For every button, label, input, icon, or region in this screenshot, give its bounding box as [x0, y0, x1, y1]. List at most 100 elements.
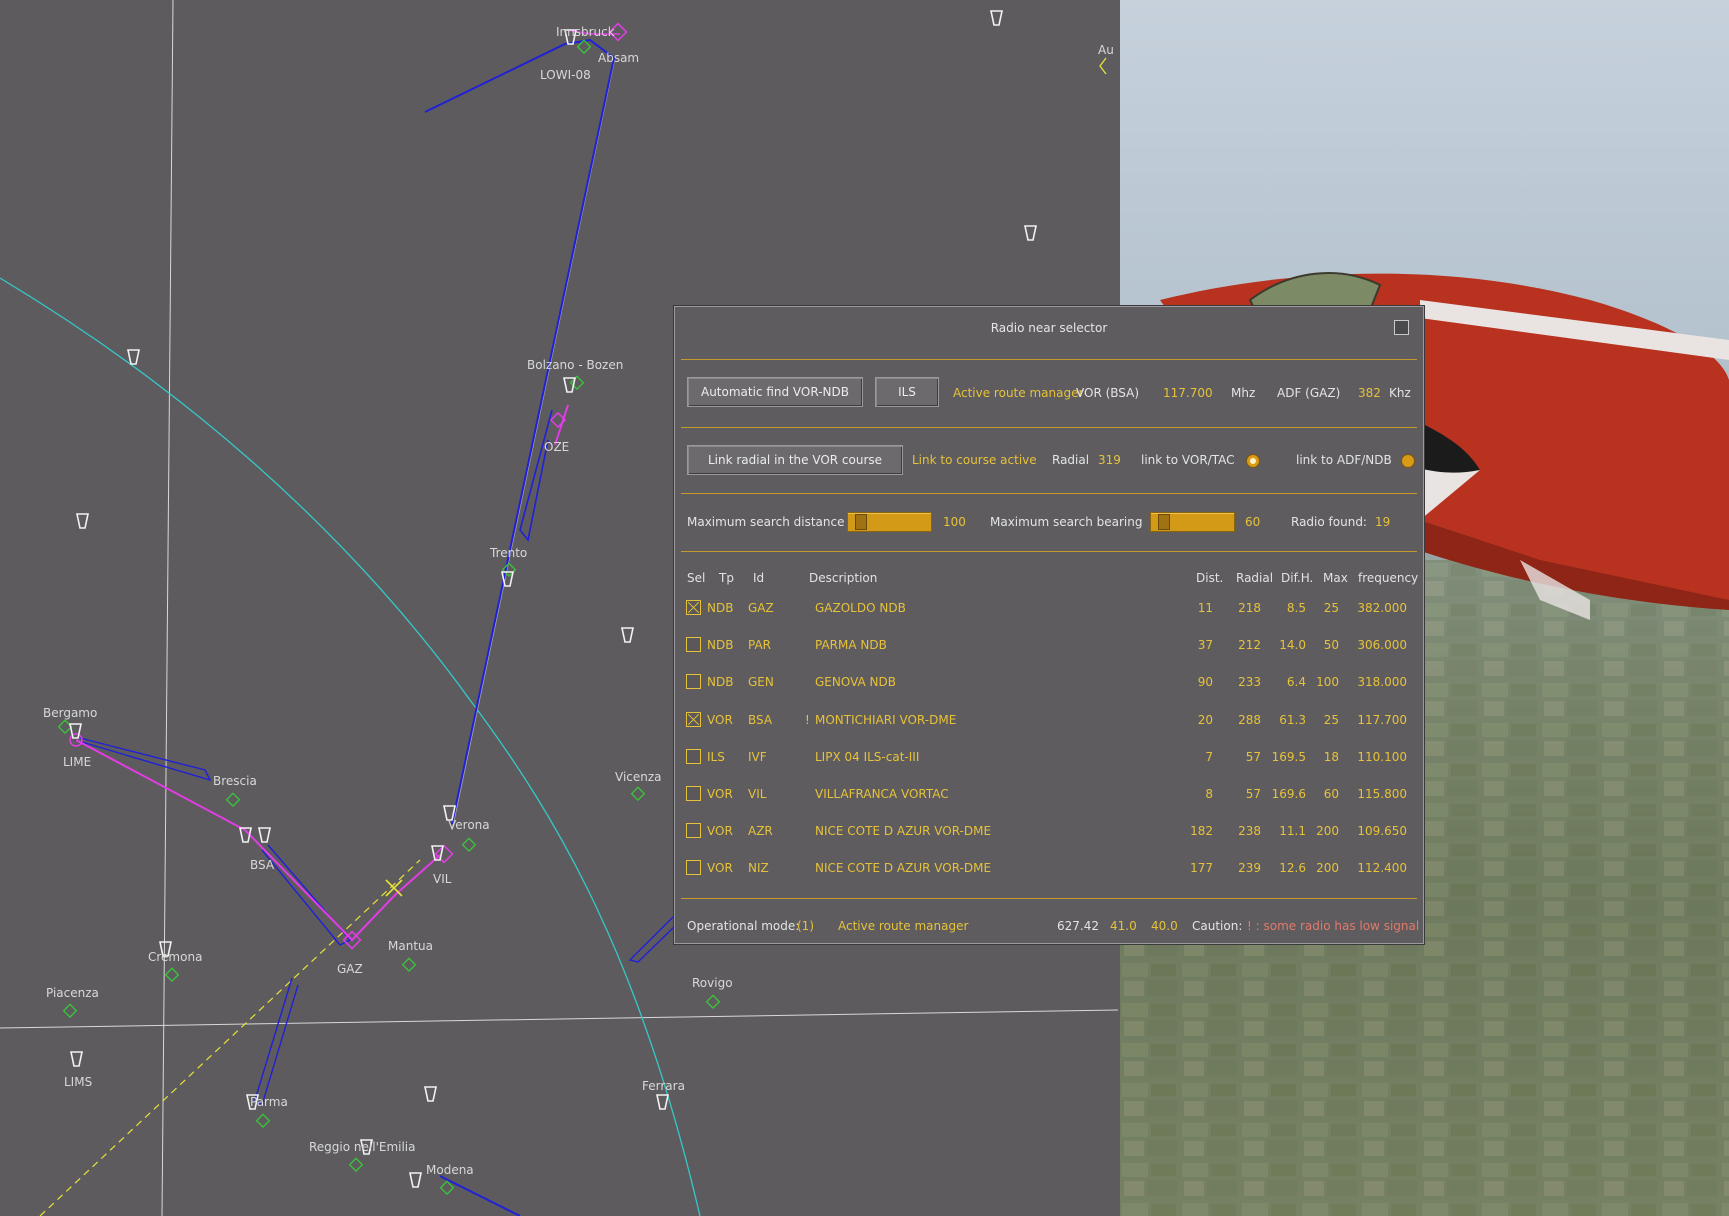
cell-difh: 169.5 — [1271, 749, 1306, 764]
select-checkbox[interactable] — [686, 674, 701, 690]
col-id: Id — [753, 571, 765, 585]
cell-radial: 239 — [1238, 861, 1261, 876]
cell-freq: 117.700 — [1357, 712, 1407, 727]
map-label-innsbruck: Innsbruck — [556, 25, 615, 39]
table-row[interactable]: VOR BSA! MONTICHIARI VOR-DME 20 288 61.3 25 117… — [675, 709, 1423, 733]
select-checkbox[interactable] — [686, 637, 701, 653]
cell-id: GAZ — [748, 601, 774, 615]
cell-tp: VOR — [707, 824, 733, 839]
table-row[interactable]: VOR NIZ NICE COTE D AZUR VOR-DME 177 239 12.6… — [675, 857, 1423, 881]
mhz-label: Mhz — [1231, 386, 1256, 400]
active-route-manager: Active route manager — [953, 386, 1084, 400]
cell-difh: 11.1 — [1279, 824, 1306, 839]
col-dist: Dist. — [1196, 571, 1224, 585]
map-label-gaz: GAZ — [337, 962, 363, 976]
cell-difh: 61.3 — [1279, 712, 1306, 727]
cell-tp: VOR — [707, 861, 733, 876]
cell-dist: 20 — [1197, 712, 1213, 727]
radio-found-label: Radio found: — [1291, 515, 1367, 529]
edge-pointer — [1099, 57, 1107, 75]
separator — [681, 898, 1417, 899]
cell-freq: 115.800 — [1357, 787, 1407, 801]
vor-frequency: 117.700 — [1163, 386, 1213, 400]
table-row[interactable]: NDB GAZ GAZOLDO NDB 11 218 8.5 25 382.000 — [675, 597, 1423, 621]
op-mode-value: (1) — [797, 919, 814, 933]
link-vor-label: link to VOR/TAC — [1141, 453, 1235, 467]
cell-desc: PARMA NDB — [815, 638, 887, 653]
cell-id: IVF — [748, 749, 767, 764]
map-label-ferrara: Ferrara — [642, 1079, 685, 1093]
cell-freq: 382.000 — [1357, 601, 1407, 615]
table-row[interactable]: VOR VIL VILLAFRANCA VORTAC 8 57 169.6 60 115.80… — [675, 783, 1423, 807]
footer-value-1: 627.42 — [1057, 919, 1099, 933]
cell-desc: NICE COTE D AZUR VOR-DME — [815, 824, 992, 839]
grid-meridian — [161, 0, 174, 1216]
slider-thumb[interactable] — [855, 514, 867, 530]
op-mode-name: Active route manager — [838, 919, 969, 933]
ils-button[interactable]: ILS — [875, 377, 939, 407]
cell-tp: NDB — [707, 638, 734, 653]
close-button[interactable] — [1394, 320, 1409, 335]
vor-label: VOR (BSA) — [1076, 386, 1140, 400]
map-label-lowi: LOWI-08 — [540, 68, 591, 82]
map-label-modena: Modena — [426, 1163, 474, 1177]
cell-desc: NICE COTE D AZUR VOR-DME — [815, 861, 992, 876]
cell-max: 100 — [1316, 675, 1339, 690]
table-row[interactable]: NDB PAR PARMA NDB 37 212 14.0 50 306.000 — [675, 634, 1423, 658]
select-checkbox[interactable] — [686, 748, 701, 764]
cell-freq: 110.100 — [1357, 749, 1407, 764]
link-adf-radio[interactable] — [1401, 454, 1415, 468]
map-label-vicenza: Vicenza — [615, 770, 662, 784]
cell-max: 25 — [1323, 712, 1339, 727]
cell-freq: 306.000 — [1357, 638, 1407, 653]
cell-radial: 57 — [1245, 787, 1261, 801]
route-arrow — [74, 737, 212, 782]
map-label-bsa: BSA — [250, 858, 275, 872]
cell-radial: 288 — [1238, 712, 1261, 727]
footer-value-3: 40.0 — [1151, 919, 1178, 933]
col-max: Max — [1323, 571, 1348, 585]
cell-id: VIL — [748, 787, 767, 801]
map-label-cremona: Cremona — [148, 950, 203, 964]
route-arrow — [439, 1175, 521, 1216]
cell-difh: 8.5 — [1286, 601, 1306, 615]
map-label-trento: Trento — [490, 546, 528, 560]
select-checkbox[interactable] — [686, 600, 701, 615]
select-checkbox[interactable] — [686, 823, 701, 839]
khz-label: Khz — [1389, 386, 1411, 400]
caution-label: Caution: — [1192, 919, 1243, 933]
map-label-brescia: Brescia — [213, 774, 257, 788]
separator — [681, 551, 1417, 552]
col-frequency: frequency — [1358, 571, 1419, 585]
cell-dist: 8 — [1205, 787, 1213, 801]
caution-text: ! : some radio has low signal — [1247, 919, 1420, 933]
max-distance-slider[interactable] — [847, 512, 932, 532]
table-row[interactable]: NDB GEN GENOVA NDB 90 233 6.4 100 318.000 — [675, 671, 1423, 695]
select-checkbox[interactable] — [686, 860, 701, 876]
cell-freq: 112.400 — [1357, 861, 1407, 876]
select-checkbox[interactable] — [686, 711, 701, 727]
cell-max: 200 — [1316, 861, 1339, 876]
cell-desc: GAZOLDO NDB — [815, 601, 906, 615]
range-arc — [0, 277, 701, 1216]
link-radial-button[interactable]: Link radial in the VOR course — [687, 445, 903, 475]
adf-label: ADF (GAZ) — [1277, 386, 1341, 400]
max-bearing-slider[interactable] — [1150, 512, 1235, 532]
map-label-mantua: Mantua — [388, 939, 433, 953]
radial-label: Radial — [1052, 453, 1090, 467]
table-row[interactable]: VOR AZR NICE COTE D AZUR VOR-DME 182 238 11.1… — [675, 820, 1423, 844]
cell-desc: GENOVA NDB — [815, 675, 897, 690]
cell-freq: 109.650 — [1357, 824, 1407, 839]
cell-radial: 238 — [1238, 824, 1261, 839]
table-row[interactable]: ILS IVF LIPX 04 ILS-cat-III 7 57 169.5 18 110.1… — [675, 746, 1423, 770]
automatic-find-button[interactable]: Automatic find VOR-NDB — [687, 377, 863, 407]
map-label-rovigo: Rovigo — [692, 976, 733, 990]
max-search-distance-label: Maximum search distance — [687, 515, 845, 529]
cell-tp: ILS — [707, 749, 725, 764]
map-label-parma: Parma — [250, 1095, 288, 1109]
slider-thumb[interactable] — [1158, 514, 1170, 530]
cell-freq: 318.000 — [1357, 675, 1407, 690]
select-checkbox[interactable] — [686, 786, 701, 801]
cell-radial: 218 — [1238, 601, 1261, 615]
link-vor-radio[interactable] — [1246, 454, 1260, 468]
